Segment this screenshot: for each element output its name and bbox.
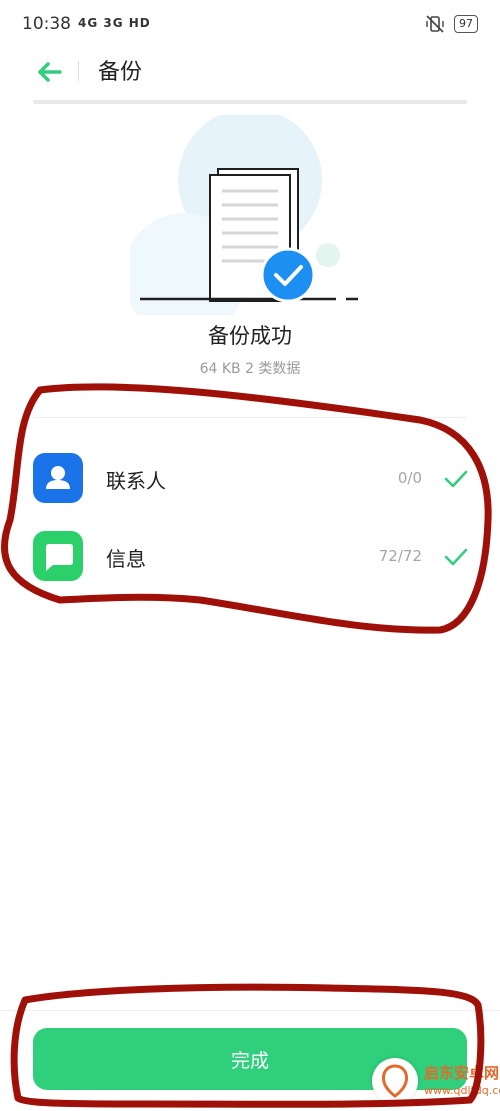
item-count: 72/72 bbox=[378, 547, 422, 565]
list-item-messages[interactable]: 信息 72/72 bbox=[0, 521, 500, 591]
watermark-name: 启东安卓网 bbox=[424, 1064, 500, 1082]
watermark-logo-icon bbox=[372, 1058, 418, 1104]
footer-divider bbox=[0, 1010, 500, 1011]
backup-success-title: 备份成功 bbox=[208, 324, 292, 348]
item-count: 0/0 bbox=[397, 469, 422, 487]
backup-summary: 64 KB 2 类数据 bbox=[199, 361, 301, 377]
success-check-badge bbox=[260, 247, 316, 303]
status-bar: 10:38 4G 3G HD 97 bbox=[0, 0, 500, 48]
list-divider bbox=[33, 417, 467, 418]
check-icon bbox=[444, 548, 468, 566]
list-item-contacts[interactable]: 联系人 0/0 bbox=[0, 443, 500, 513]
page-title: 备份 bbox=[98, 60, 143, 85]
header-divider bbox=[33, 100, 467, 104]
battery-indicator: 97 bbox=[454, 15, 478, 33]
item-label: 信息 bbox=[106, 547, 146, 571]
check-icon bbox=[444, 470, 468, 488]
contacts-icon bbox=[33, 453, 83, 503]
message-icon bbox=[33, 531, 83, 581]
backup-success-illustration bbox=[130, 115, 358, 315]
status-right: 97 bbox=[424, 13, 478, 35]
watermark-url: www.qdltdq.com bbox=[424, 1084, 500, 1097]
app-bar: 备份 bbox=[0, 48, 500, 98]
vibrate-mute-icon bbox=[426, 15, 444, 33]
appbar-divider bbox=[78, 61, 79, 81]
network-indicator: 4G 3G HD bbox=[78, 16, 151, 30]
item-label: 联系人 bbox=[106, 469, 166, 493]
site-watermark: 启东安卓网 www.qdltdq.com bbox=[362, 1046, 500, 1111]
status-time: 10:38 bbox=[22, 14, 71, 34]
back-arrow-icon[interactable] bbox=[34, 56, 66, 88]
